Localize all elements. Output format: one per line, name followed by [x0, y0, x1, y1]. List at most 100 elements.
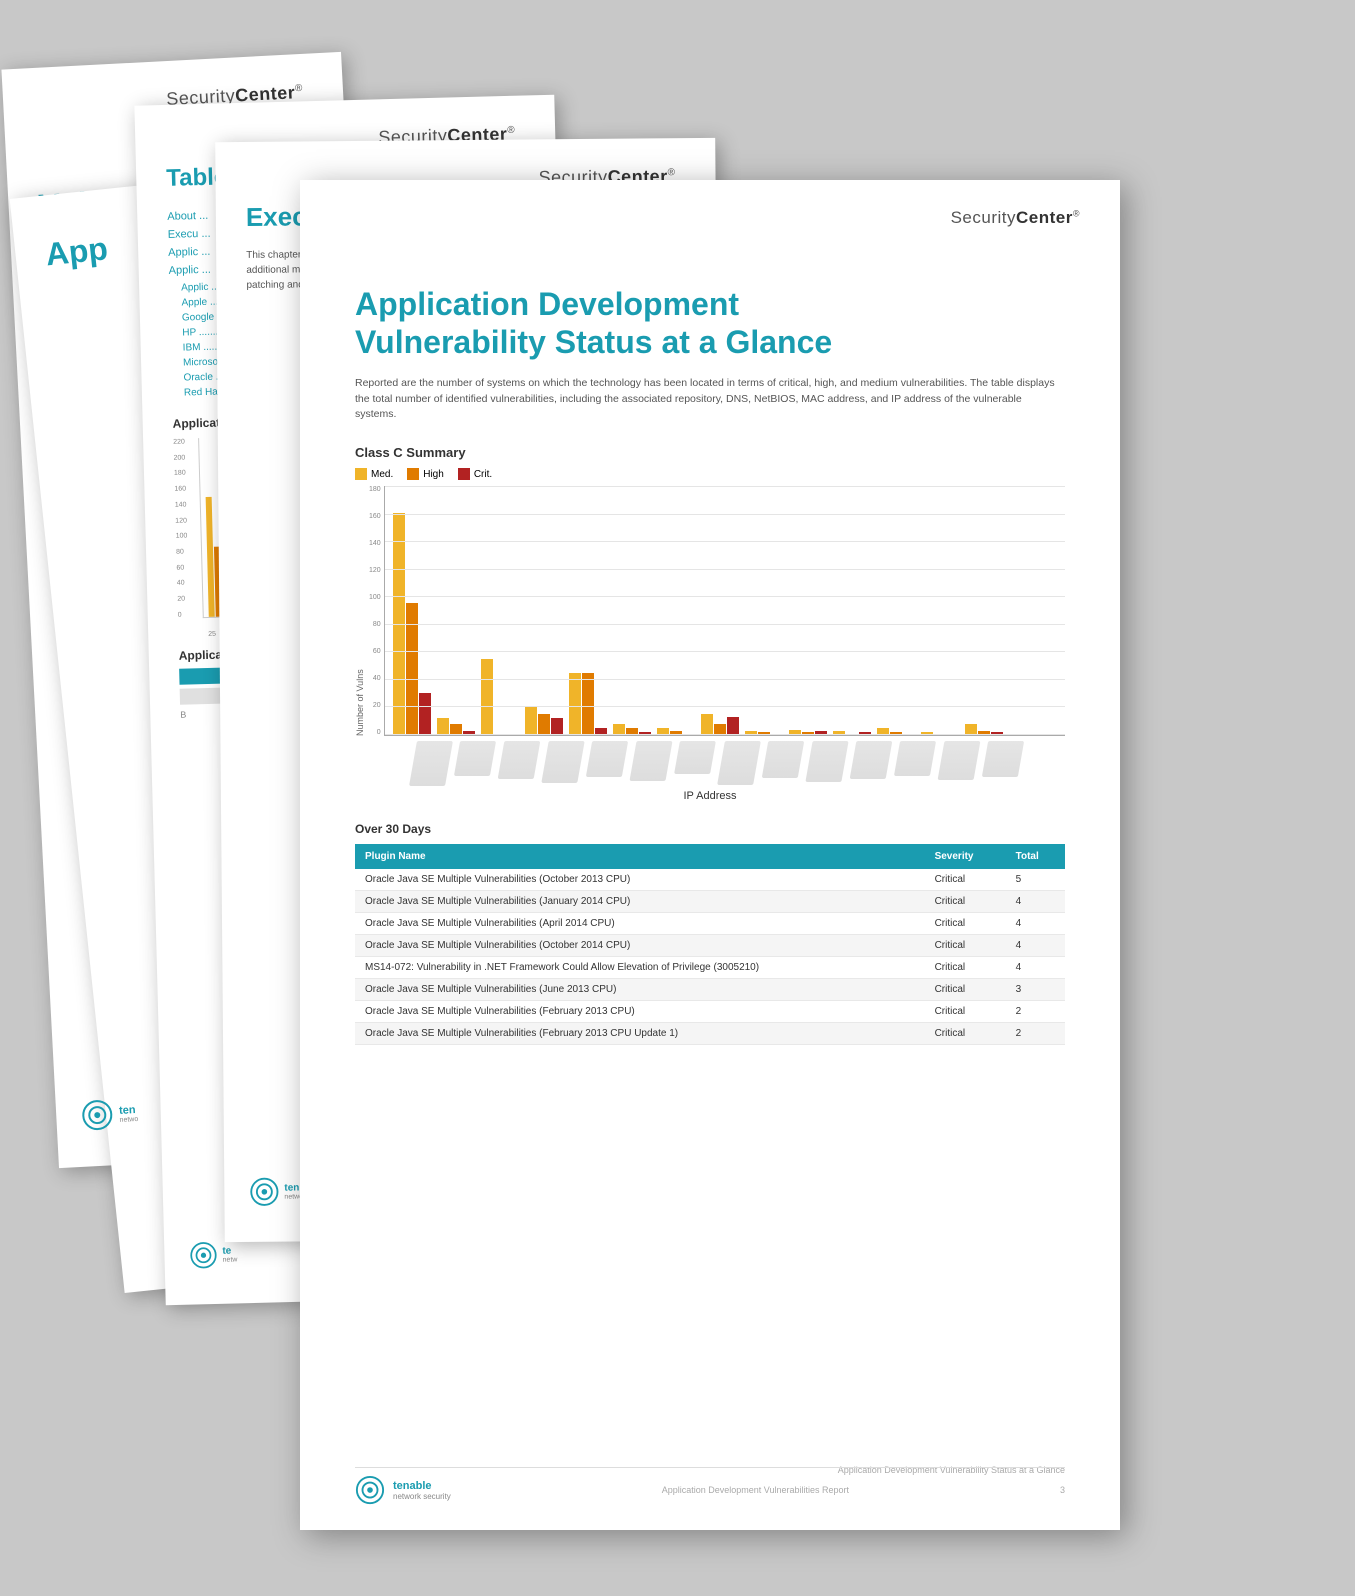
bar-group-6 [613, 724, 651, 735]
bar-group-9 [745, 731, 783, 735]
page4-title-line1: Application Development [355, 285, 1065, 323]
bar-3-med [481, 659, 493, 735]
page-4: SecurityCenter® Application Development … [300, 180, 1120, 1530]
bar-14-med [965, 724, 977, 735]
footer-tenable-icon [355, 1475, 385, 1505]
table-row: Oracle Java SE Multiple Vulnerabilities … [355, 891, 1065, 913]
page4-description: Reported are the number of systems on wh… [355, 376, 1065, 423]
bar-7-med [657, 728, 669, 735]
bar-12-med [877, 728, 889, 735]
cell-total: 2 [1006, 1001, 1065, 1023]
bar-group-10 [789, 730, 827, 735]
legend-high-label: High [423, 469, 444, 480]
x-axis-labels [413, 741, 1065, 786]
cell-severity: Critical [925, 891, 1006, 913]
cell-total: 4 [1006, 913, 1065, 935]
bar-4-high [538, 714, 550, 735]
bar-13-high [934, 734, 946, 735]
bar-9-high [758, 732, 770, 735]
bar-13-crit [947, 734, 959, 735]
cell-plugin-name: Oracle Java SE Multiple Vulnerabilities … [355, 979, 925, 1001]
cell-total: 4 [1006, 957, 1065, 979]
page4-title-block: Application Development Vulnerability St… [355, 285, 1065, 362]
bar-group-4 [525, 707, 563, 735]
page2-tenable-name: te [222, 1245, 237, 1256]
bar-12-high [890, 732, 902, 735]
cell-plugin-name: Oracle Java SE Multiple Vulnerabilities … [355, 1001, 925, 1023]
bar-5-med [569, 673, 581, 735]
footer-page-number: 3 [1060, 1485, 1065, 1495]
footer-logo-group: tenable network security [355, 1475, 451, 1505]
cell-severity: Critical [925, 935, 1006, 957]
page3-tenable-logo: ten netwo [249, 1176, 303, 1206]
footer-tenable-name: tenable [393, 1480, 451, 1492]
y-ticks: 0 20 40 60 80 100 120 140 160 180 [369, 486, 381, 736]
legend-crit: Crit. [458, 468, 492, 480]
cell-total: 4 [1006, 891, 1065, 913]
vulnerability-table: Plugin Name Severity Total Oracle Java S… [355, 844, 1065, 1045]
x-axis-title: IP Address [355, 790, 1065, 802]
footer-tenable-sub: network security [393, 1492, 451, 1501]
bar-8-crit [727, 717, 739, 735]
bar-1-med [393, 513, 405, 735]
bar-10-crit [815, 731, 827, 735]
bar-10-med [789, 730, 801, 735]
bar-13-med [921, 732, 933, 735]
table-row: Oracle Java SE Multiple Vulnerabilities … [355, 935, 1065, 957]
bar-9-med [745, 731, 757, 735]
page2-tenable-sub: netw [223, 1256, 238, 1263]
page1-tenable-name: ten [119, 1103, 138, 1116]
cell-plugin-name: Oracle Java SE Multiple Vulnerabilities … [355, 1023, 925, 1045]
page4-chart-title: Class C Summary [355, 445, 1065, 460]
bar-group-11 [833, 731, 871, 735]
bar-8-med [701, 714, 713, 735]
page1-tenable-logo: ten netwo [80, 1097, 138, 1132]
table-row: Oracle Java SE Multiple Vulnerabilities … [355, 913, 1065, 935]
table-row: Oracle Java SE Multiple Vulnerabilities … [355, 1023, 1065, 1045]
bar-9-crit [771, 734, 783, 735]
main-chart-wrapper: Number of Vulns 0 20 40 60 80 100 120 14… [355, 486, 1065, 736]
bar-11-high [846, 734, 858, 735]
bar-14-high [978, 731, 990, 735]
cell-severity: Critical [925, 913, 1006, 935]
page4-logo: SecurityCenter® [951, 208, 1080, 228]
bar-11-med [833, 731, 845, 735]
cell-severity: Critical [925, 869, 1006, 891]
legend-med-label: Med. [371, 469, 393, 480]
cell-plugin-name: Oracle Java SE Multiple Vulnerabilities … [355, 891, 925, 913]
table-row: Oracle Java SE Multiple Vulnerabilities … [355, 979, 1065, 1001]
cell-total: 4 [1006, 935, 1065, 957]
page4-title-line2: Vulnerability Status at a Glance [355, 323, 1065, 361]
col-total: Total [1006, 844, 1065, 869]
legend-med: Med. [355, 468, 393, 480]
chart-area [384, 486, 1065, 736]
table-section-title: Over 30 Days [355, 822, 1065, 836]
table-body: Oracle Java SE Multiple Vulnerabilities … [355, 869, 1065, 1045]
chart-legend: Med. High Crit. [355, 468, 1065, 480]
bar-6-med [613, 724, 625, 735]
bar-2-med [437, 718, 449, 735]
cell-plugin-name: MS14-072: Vulnerability in .NET Framewor… [355, 957, 925, 979]
bar-group-3 [481, 659, 519, 735]
page1-tenable-sub: netwo [119, 1115, 138, 1123]
col-plugin-name: Plugin Name [355, 844, 925, 869]
footer-report-name: Application Development Vulnerabilities … [662, 1485, 849, 1495]
bar-5-high [582, 673, 594, 735]
cell-total: 2 [1006, 1023, 1065, 1045]
legend-crit-label: Crit. [474, 469, 492, 480]
bar-8-high [714, 724, 726, 735]
bar-2-high [450, 724, 462, 735]
bar-group-2 [437, 718, 475, 735]
bar-1-high [406, 603, 418, 735]
cell-plugin-name: Oracle Java SE Multiple Vulnerabilities … [355, 935, 925, 957]
cell-plugin-name: Oracle Java SE Multiple Vulnerabilities … [355, 913, 925, 935]
bar-group-5 [569, 673, 607, 735]
bar-7-high [670, 731, 682, 735]
table-row: MS14-072: Vulnerability in .NET Framewor… [355, 957, 1065, 979]
cell-total: 5 [1006, 869, 1065, 891]
page2-tenable-logo: te netw [189, 1240, 238, 1269]
cell-total: 3 [1006, 979, 1065, 1001]
legend-crit-box [458, 468, 470, 480]
table-header-row: Plugin Name Severity Total [355, 844, 1065, 869]
col-severity: Severity [925, 844, 1006, 869]
